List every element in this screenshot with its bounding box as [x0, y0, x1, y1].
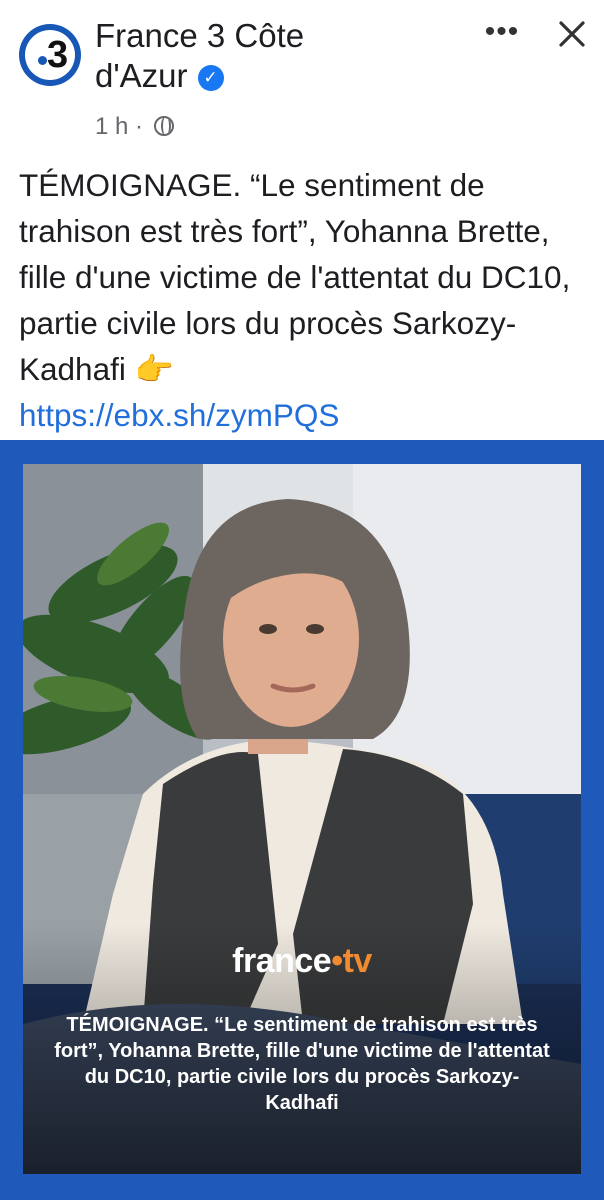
- avatar-logo-dot: [38, 56, 47, 65]
- france-tv-logo-tv: tv: [342, 942, 373, 980]
- globe-icon: [153, 116, 174, 136]
- france-tv-logo: france•tv: [23, 942, 581, 981]
- post-header: 3 France 3 Côte d'Azur ✓ 1 h · •••: [0, 0, 604, 150]
- post-timestamp[interactable]: 1 h: [95, 113, 128, 140]
- post-link[interactable]: https://ebx.sh/zymPQS: [19, 392, 339, 438]
- close-button[interactable]: [552, 14, 592, 54]
- image-caption: TÉMOIGNAGE. “Le sentiment de trahison es…: [54, 1014, 550, 1114]
- post-text: TÉMOIGNAGE. “Le sentiment de trahison es…: [19, 167, 571, 387]
- verified-badge-icon: ✓: [197, 65, 224, 91]
- avatar-logo: 3: [25, 30, 75, 80]
- meta-separator: ·: [135, 113, 144, 140]
- page-name-link[interactable]: France 3 Côte d'Azur ✓: [95, 16, 395, 96]
- avatar-logo-number: 3: [47, 34, 69, 76]
- more-options-button[interactable]: •••: [480, 17, 524, 50]
- more-options-icon: •••: [484, 15, 520, 48]
- post-meta: 1 h ·: [95, 112, 174, 142]
- france-tv-logo-dot: •: [331, 942, 343, 980]
- page-avatar[interactable]: 3: [19, 24, 81, 86]
- france-tv-logo-main: france: [232, 942, 332, 980]
- post-image[interactable]: france•tv TÉMOIGNAGE. “Le sentiment de t…: [23, 464, 581, 1174]
- close-icon: [559, 21, 585, 47]
